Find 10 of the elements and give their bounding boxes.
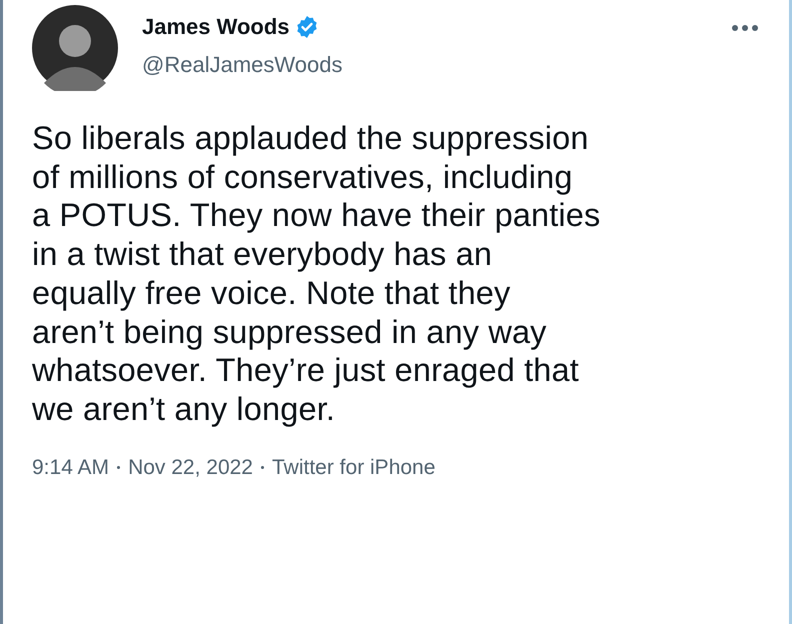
author-handle[interactable]: @RealJamesWoods <box>142 52 342 78</box>
tweet-text: So liberals applauded the suppression of millions of conservatives, including a POTUS. They now have their panties in a twist that everybody has an equally free voice. Note that they aren’t being suppressed in any way whatsoever. They’re just enraged that we aren’t any longer. <box>32 119 602 429</box>
separator-dot-icon <box>261 466 264 470</box>
tweet-time[interactable]: 9:14 AM <box>32 456 110 480</box>
separator-dot-icon <box>117 466 120 470</box>
author-name[interactable]: James Woods <box>142 14 290 40</box>
source-link[interactable]: Twitter for iPhone <box>272 456 436 480</box>
more-icon[interactable] <box>731 24 759 32</box>
avatar-icon[interactable] <box>32 5 118 91</box>
tweet-date[interactable]: Nov 22, 2022 <box>128 456 253 480</box>
